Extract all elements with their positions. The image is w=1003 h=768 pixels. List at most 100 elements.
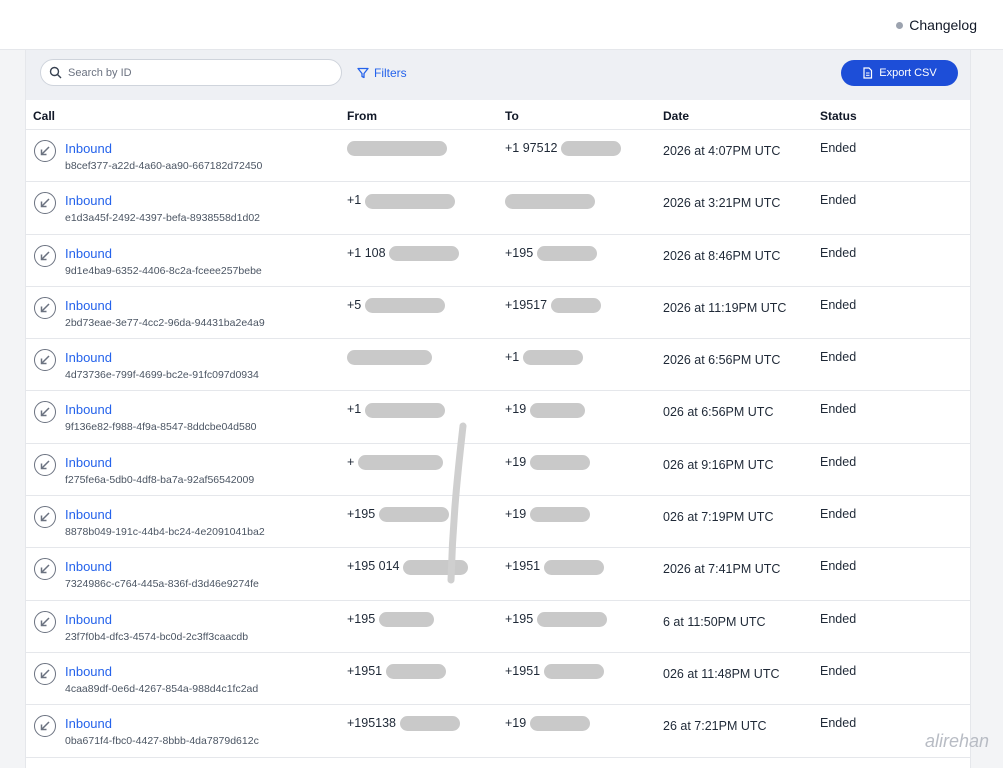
- from-number: +: [347, 455, 443, 470]
- search-box[interactable]: [40, 59, 342, 86]
- redaction-mark: [399, 716, 460, 732]
- column-header-date: Date: [663, 109, 690, 123]
- status-text: Ended: [820, 454, 857, 469]
- call-id: f275fe6a-5db0-4df8-ba7a-92af56542009: [65, 473, 255, 486]
- table-row[interactable]: Inbound 0ba671f4-fbc0-4427-8bbb-4da7879d6…: [26, 705, 970, 758]
- call-type-link[interactable]: Inbound: [65, 350, 112, 365]
- table-header: Call From To Date Status: [26, 100, 970, 130]
- from-number-text: +: [347, 454, 355, 469]
- table-row[interactable]: Inbound 2bd73eae-3e77-4cc2-96da-94431ba2e…: [26, 287, 970, 340]
- call-type-link[interactable]: Inbound: [65, 298, 112, 313]
- from-number-text: +195138: [347, 716, 397, 731]
- inbound-call-icon: [34, 715, 56, 738]
- from-number-text: +1951: [347, 663, 383, 678]
- search-icon: [49, 66, 62, 79]
- call-id: b8cef377-a22d-4a60-aa90-667182d72450: [65, 160, 263, 172]
- table-row[interactable]: Inbound e1d3a45f-2492-4397-befa-8938558d1…: [26, 182, 970, 235]
- redaction-mark: [543, 664, 604, 680]
- call-type-link[interactable]: Inbound: [65, 141, 112, 156]
- inbound-call-icon: [34, 349, 56, 372]
- status-text: Ended: [820, 297, 857, 312]
- redaction-mark: [347, 141, 447, 157]
- from-number: [347, 141, 447, 157]
- from-number: +195138: [347, 716, 460, 732]
- status-text: Ended: [820, 611, 857, 626]
- calls-panel: Filters Export CSV Call From To Date Sta…: [25, 50, 971, 768]
- export-csv-button[interactable]: Export CSV: [841, 60, 958, 86]
- to-number: +1951: [505, 664, 604, 680]
- call-type-link[interactable]: Inbound: [65, 507, 112, 522]
- toolbar: Filters Export CSV: [26, 50, 970, 100]
- call-type-link[interactable]: Inbound: [65, 246, 112, 261]
- from-number: +195: [347, 507, 449, 523]
- call-type-link[interactable]: Inbound: [65, 716, 112, 731]
- table-row[interactable]: Inbound 4caa89df-0e6d-4267-854a-988d4c1fc…: [26, 653, 970, 706]
- inbound-call-icon: [34, 558, 56, 581]
- changelog-label: Changelog: [909, 17, 977, 33]
- to-number: +1951: [505, 559, 604, 575]
- filters-button[interactable]: Filters: [357, 66, 407, 80]
- to-number: +19517: [505, 298, 601, 314]
- to-number-text: +19: [505, 716, 527, 731]
- changelog-link[interactable]: Changelog: [896, 17, 977, 33]
- from-number: +5: [347, 298, 445, 314]
- from-number-text: +195 014: [347, 559, 400, 574]
- redaction-mark: [402, 559, 468, 575]
- call-id: 8878b049-191c-44b4-bc24-4e2091041ba2: [65, 526, 265, 539]
- from-number-text: +1 108: [347, 245, 386, 260]
- to-number: +1 97512: [505, 141, 621, 157]
- redaction-mark: [347, 350, 432, 366]
- table-row[interactable]: Inbound 23f7f0b4-dfc3-4574-bc0d-2c3ff3caa…: [26, 601, 970, 653]
- table-row[interactable]: Inbound 8878b049-191c-44b4-bc24-4e2091041…: [26, 496, 970, 549]
- call-type-link[interactable]: Inbound: [65, 193, 112, 208]
- table-row[interactable]: Inbound 9d1e4ba9-6352-4406-8c2a-fceee257b…: [26, 235, 970, 287]
- inbound-call-icon: [34, 662, 56, 685]
- to-number-text: +19: [505, 402, 527, 417]
- call-id: 4d73736e-799f-4699-bc2e-91fc097d0934: [65, 369, 259, 382]
- call-id: e1d3a45f-2492-4397-befa-8938558d1d02: [65, 212, 261, 225]
- status-text: Ended: [820, 350, 857, 365]
- table-row[interactable]: Inbound 9f136e82-f988-4f9a-8547-8ddcbe04d…: [26, 391, 970, 444]
- status-text: Ended: [820, 663, 857, 678]
- call-date: 026 at 11:48PM UTC: [663, 666, 780, 681]
- inbound-call-icon: [34, 296, 56, 319]
- column-header-from: From: [347, 109, 377, 123]
- from-number: [347, 350, 432, 366]
- redaction-mark: [389, 245, 460, 261]
- call-id: 7324986c-c764-445a-836f-d3d46e9274fe: [65, 578, 259, 591]
- inbound-call-icon: [34, 610, 56, 633]
- redaction-mark: [505, 193, 595, 209]
- to-number-text: +19: [505, 454, 527, 469]
- call-type-link[interactable]: Inbound: [65, 402, 112, 417]
- call-date: 2026 at 11:19PM UTC: [663, 300, 787, 315]
- to-number-text: +195: [505, 611, 534, 626]
- inbound-call-icon: [34, 140, 56, 162]
- column-header-call: Call: [33, 109, 56, 123]
- to-number: +19: [505, 455, 590, 470]
- top-bar: Changelog: [0, 0, 1003, 50]
- from-number: +195: [347, 612, 434, 627]
- table-row[interactable]: Inbound f275fe6a-5db0-4df8-ba7a-92af56542…: [26, 444, 970, 497]
- from-number: +1 108: [347, 245, 460, 261]
- to-number: +19: [505, 507, 590, 523]
- watermark: alirehan: [924, 731, 989, 751]
- redaction-mark: [529, 716, 590, 732]
- to-number-text: +1 97512: [505, 141, 558, 155]
- table-row[interactable]: Inbound b8cef377-a22d-4a60-aa90-667182d72…: [26, 130, 970, 183]
- to-number-text: +1: [505, 350, 520, 365]
- table-row[interactable]: Inbound 4d73736e-799f-4699-bc2e-91fc097d0…: [26, 339, 970, 392]
- call-date: 2026 at 3:21PM UTC: [663, 196, 781, 211]
- call-type-link[interactable]: Inbound: [65, 559, 112, 574]
- call-type-link[interactable]: Inbound: [65, 455, 112, 470]
- to-number: +1: [505, 350, 583, 366]
- status-text: Ended: [820, 245, 857, 260]
- redaction-mark: [529, 454, 590, 470]
- to-number-text: +1951: [505, 559, 541, 574]
- call-date: 2026 at 6:56PM UTC: [663, 353, 781, 368]
- call-type-link[interactable]: Inbound: [65, 664, 112, 679]
- to-number: +19: [505, 402, 585, 418]
- call-type-link[interactable]: Inbound: [65, 612, 112, 627]
- status-text: Ended: [820, 559, 857, 574]
- search-input[interactable]: [68, 66, 328, 79]
- table-row[interactable]: Inbound 7324986c-c764-445a-836f-d3d46e927…: [26, 548, 970, 601]
